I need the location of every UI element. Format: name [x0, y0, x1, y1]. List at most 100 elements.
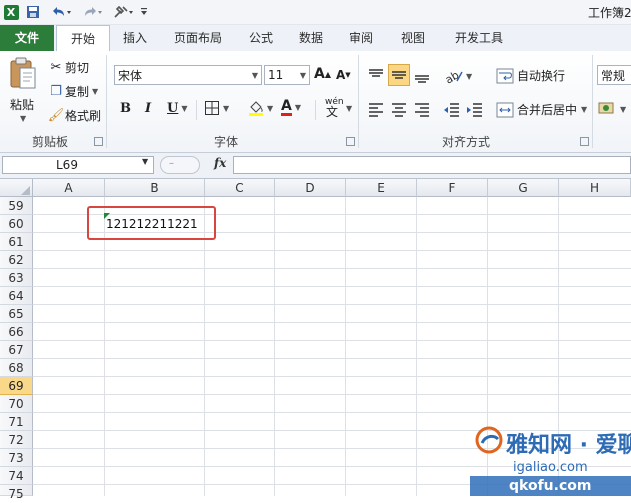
- wrap-text-icon: [496, 68, 514, 83]
- paste-button[interactable]: 粘贴 ▼: [8, 56, 42, 126]
- tab-page-layout[interactable]: 页面布局: [164, 25, 232, 51]
- row-header[interactable]: 68: [0, 359, 33, 377]
- tab-formulas[interactable]: 公式: [240, 25, 282, 51]
- column-header[interactable]: A: [33, 179, 105, 197]
- formula-bar-resize-handle[interactable]: –: [160, 156, 200, 174]
- format-painter-button[interactable]: 🖌 格式刷: [47, 107, 101, 124]
- column-header[interactable]: G: [488, 179, 559, 197]
- font-size-combo[interactable]: 11 ▼: [264, 65, 310, 85]
- excel-icon-letter: X: [3, 4, 19, 20]
- font-launcher-icon[interactable]: [346, 137, 355, 146]
- font-color-dropdown-icon: ▼: [294, 103, 301, 112]
- clipboard-group-label: 剪贴板: [31, 135, 68, 149]
- watermark-brand: 雅知网 · 爱聊: [506, 433, 631, 458]
- wrap-text-button[interactable]: 自动换行: [496, 67, 565, 84]
- group-divider: [592, 55, 593, 148]
- column-header[interactable]: C: [205, 179, 275, 197]
- font-name-combo[interactable]: 宋体 ▼: [114, 65, 262, 85]
- align-right-button[interactable]: [412, 100, 432, 120]
- row-header[interactable]: 67: [0, 341, 33, 359]
- row-header[interactable]: 75: [0, 485, 33, 501]
- tab-data[interactable]: 数据: [290, 25, 332, 51]
- undo-icon[interactable]: [48, 3, 74, 21]
- underline-button[interactable]: U ▼: [167, 101, 188, 116]
- align-bottom-icon: [415, 75, 429, 83]
- underline-icon: U: [167, 101, 179, 116]
- number-format-combo[interactable]: 常规: [597, 65, 631, 85]
- row-header[interactable]: 70: [0, 395, 33, 413]
- tab-file[interactable]: 文件: [0, 25, 54, 51]
- gridline: [104, 197, 105, 496]
- redo-icon[interactable]: [80, 3, 106, 21]
- column-header[interactable]: H: [559, 179, 631, 197]
- gridline: [204, 197, 205, 496]
- row-header[interactable]: 73: [0, 449, 33, 467]
- row-header-selected[interactable]: 69: [0, 377, 33, 395]
- column-header[interactable]: D: [275, 179, 346, 197]
- shrink-font-button[interactable]: A ▼: [336, 68, 351, 82]
- name-box-value: L69: [56, 158, 78, 172]
- align-middle-icon: [392, 71, 406, 79]
- align-left-icon: [369, 103, 383, 117]
- decrease-indent-icon: [444, 103, 459, 117]
- row-header[interactable]: 61: [0, 233, 33, 251]
- row-header[interactable]: 62: [0, 251, 33, 269]
- row-header[interactable]: 66: [0, 323, 33, 341]
- fill-color-button[interactable]: ▼: [247, 99, 273, 117]
- row-header[interactable]: 60: [0, 215, 33, 233]
- phonetic-guide-button[interactable]: wén 文 ▼: [322, 97, 352, 119]
- cut-button[interactable]: ✂ 剪切: [47, 59, 89, 76]
- tab-view[interactable]: 视图: [392, 25, 434, 51]
- scissors-icon: ✂: [50, 60, 62, 75]
- decrease-indent-button[interactable]: [442, 100, 462, 120]
- save-icon[interactable]: [24, 3, 42, 21]
- align-middle-button[interactable]: [388, 64, 410, 86]
- column-header[interactable]: E: [346, 179, 417, 197]
- name-box[interactable]: [2, 156, 154, 174]
- borders-button[interactable]: ▼: [204, 100, 229, 116]
- align-left-button[interactable]: [366, 100, 386, 120]
- bold-button[interactable]: B: [120, 101, 131, 116]
- merge-center-label: 合并后居中: [517, 103, 578, 117]
- grow-font-button[interactable]: A ▲: [314, 66, 331, 82]
- row-header[interactable]: 72: [0, 431, 33, 449]
- select-all-corner[interactable]: [0, 179, 33, 197]
- increase-indent-button[interactable]: [465, 100, 485, 120]
- copy-button[interactable]: ❐ 复制 ▼: [47, 83, 98, 100]
- tab-home[interactable]: 开始: [56, 25, 110, 52]
- tab-insert[interactable]: 插入: [114, 25, 156, 51]
- alignment-launcher-icon[interactable]: [580, 137, 589, 146]
- font-color-button[interactable]: A ▼: [281, 99, 301, 116]
- grow-arrow-icon: ▲: [324, 69, 331, 79]
- tab-review[interactable]: 审阅: [340, 25, 382, 51]
- accounting-format-button[interactable]: ▼: [598, 100, 626, 118]
- insert-function-button[interactable]: fx: [214, 156, 226, 170]
- column-header[interactable]: B: [105, 179, 205, 197]
- paste-dropdown-icon: ▼: [20, 114, 27, 123]
- column-header[interactable]: F: [417, 179, 488, 197]
- watermark-site-alt: qkofu.com: [509, 478, 592, 494]
- clipboard-launcher-icon[interactable]: [94, 137, 103, 146]
- excel-app-icon[interactable]: X: [3, 3, 19, 21]
- align-bottom-button[interactable]: [412, 66, 432, 86]
- tab-developer[interactable]: 开发工具: [446, 25, 512, 51]
- row-header[interactable]: 65: [0, 305, 33, 323]
- row-header[interactable]: 74: [0, 467, 33, 485]
- italic-button[interactable]: I: [145, 101, 151, 116]
- name-box-dropdown-icon[interactable]: ▼: [142, 157, 148, 166]
- customize-toolbar-icon[interactable]: [138, 3, 150, 21]
- merge-center-icon: [496, 102, 514, 117]
- row-header[interactable]: 63: [0, 269, 33, 287]
- borders-dropdown-icon: ▼: [223, 103, 230, 113]
- row-header[interactable]: 71: [0, 413, 33, 431]
- tools-icon[interactable]: [112, 3, 136, 21]
- merge-center-button[interactable]: 合并后居中 ▼: [496, 101, 587, 118]
- align-top-button[interactable]: [366, 66, 386, 86]
- row-header[interactable]: 64: [0, 287, 33, 305]
- fill-bucket-icon: [249, 101, 263, 116]
- gridline: [33, 376, 631, 377]
- row-header[interactable]: 59: [0, 197, 33, 215]
- formula-input[interactable]: [233, 156, 631, 174]
- align-center-button[interactable]: [389, 100, 409, 120]
- orientation-button[interactable]: ab ▼: [444, 67, 472, 85]
